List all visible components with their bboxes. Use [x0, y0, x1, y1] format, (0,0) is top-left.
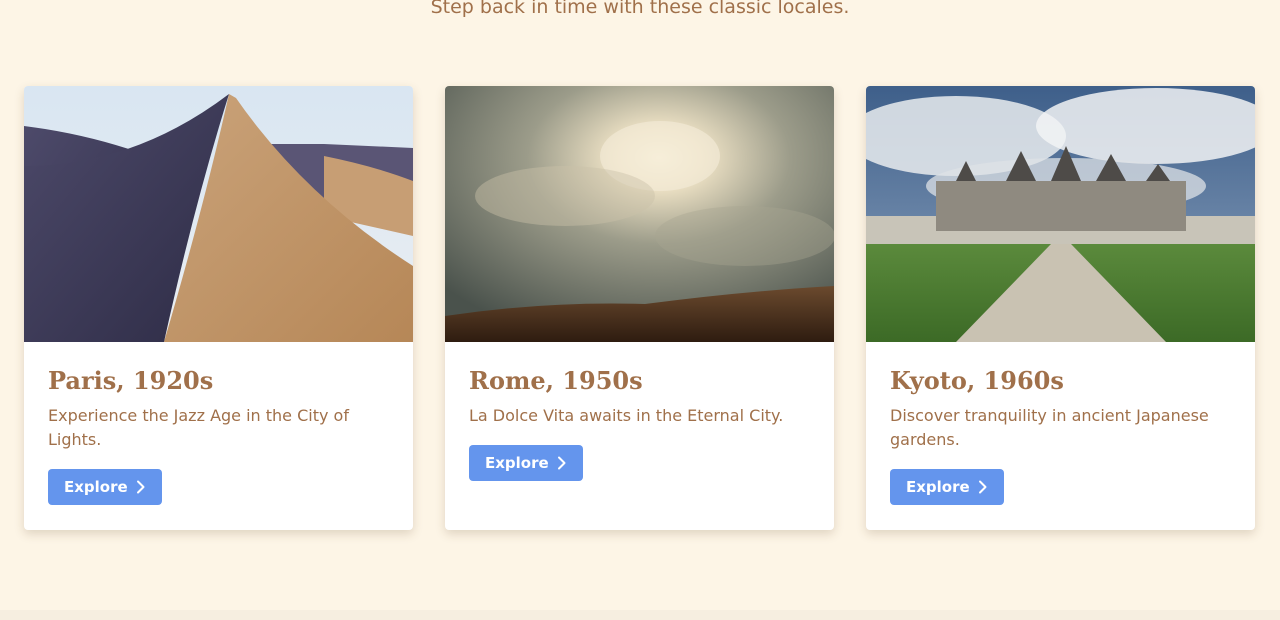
card-description: Discover tranquility in ancient Japanese… — [890, 406, 1209, 449]
chevron-right-icon — [978, 480, 987, 494]
chevron-right-icon — [557, 456, 566, 470]
explore-button-kyoto[interactable]: Explore — [890, 469, 1004, 505]
page: Step back in time with these classic loc… — [0, 0, 1280, 620]
card-description: Experience the Jazz Age in the City of L… — [48, 406, 349, 449]
card-title: Kyoto, 1960s — [890, 366, 1064, 395]
card-image-chateau — [866, 86, 1255, 342]
section-subtitle: Step back in time with these classic loc… — [430, 0, 850, 18]
destination-card-kyoto: Kyoto, 1960s Discover tranquility in anc… — [866, 86, 1255, 530]
card-image-desert-dune — [24, 86, 413, 342]
destination-card-paris: Paris, 1920s Experience the Jazz Age in … — [24, 86, 413, 530]
destination-cards: Paris, 1920s Experience the Jazz Age in … — [24, 86, 1256, 530]
destination-card-rome: Rome, 1950s La Dolce Vita awaits in the … — [445, 86, 834, 530]
chevron-right-icon — [136, 480, 145, 494]
card-image-sunburst-clouds — [445, 86, 834, 342]
explore-button-label: Explore — [906, 478, 970, 496]
card-title: Paris, 1920s — [48, 366, 214, 395]
card-description: La Dolce Vita awaits in the Eternal City… — [469, 406, 784, 425]
explore-button-paris[interactable]: Explore — [48, 469, 162, 505]
card-title: Rome, 1950s — [469, 366, 643, 395]
footer-section-edge — [0, 610, 1280, 620]
explore-button-rome[interactable]: Explore — [469, 445, 583, 481]
explore-button-label: Explore — [485, 454, 549, 472]
explore-button-label: Explore — [64, 478, 128, 496]
